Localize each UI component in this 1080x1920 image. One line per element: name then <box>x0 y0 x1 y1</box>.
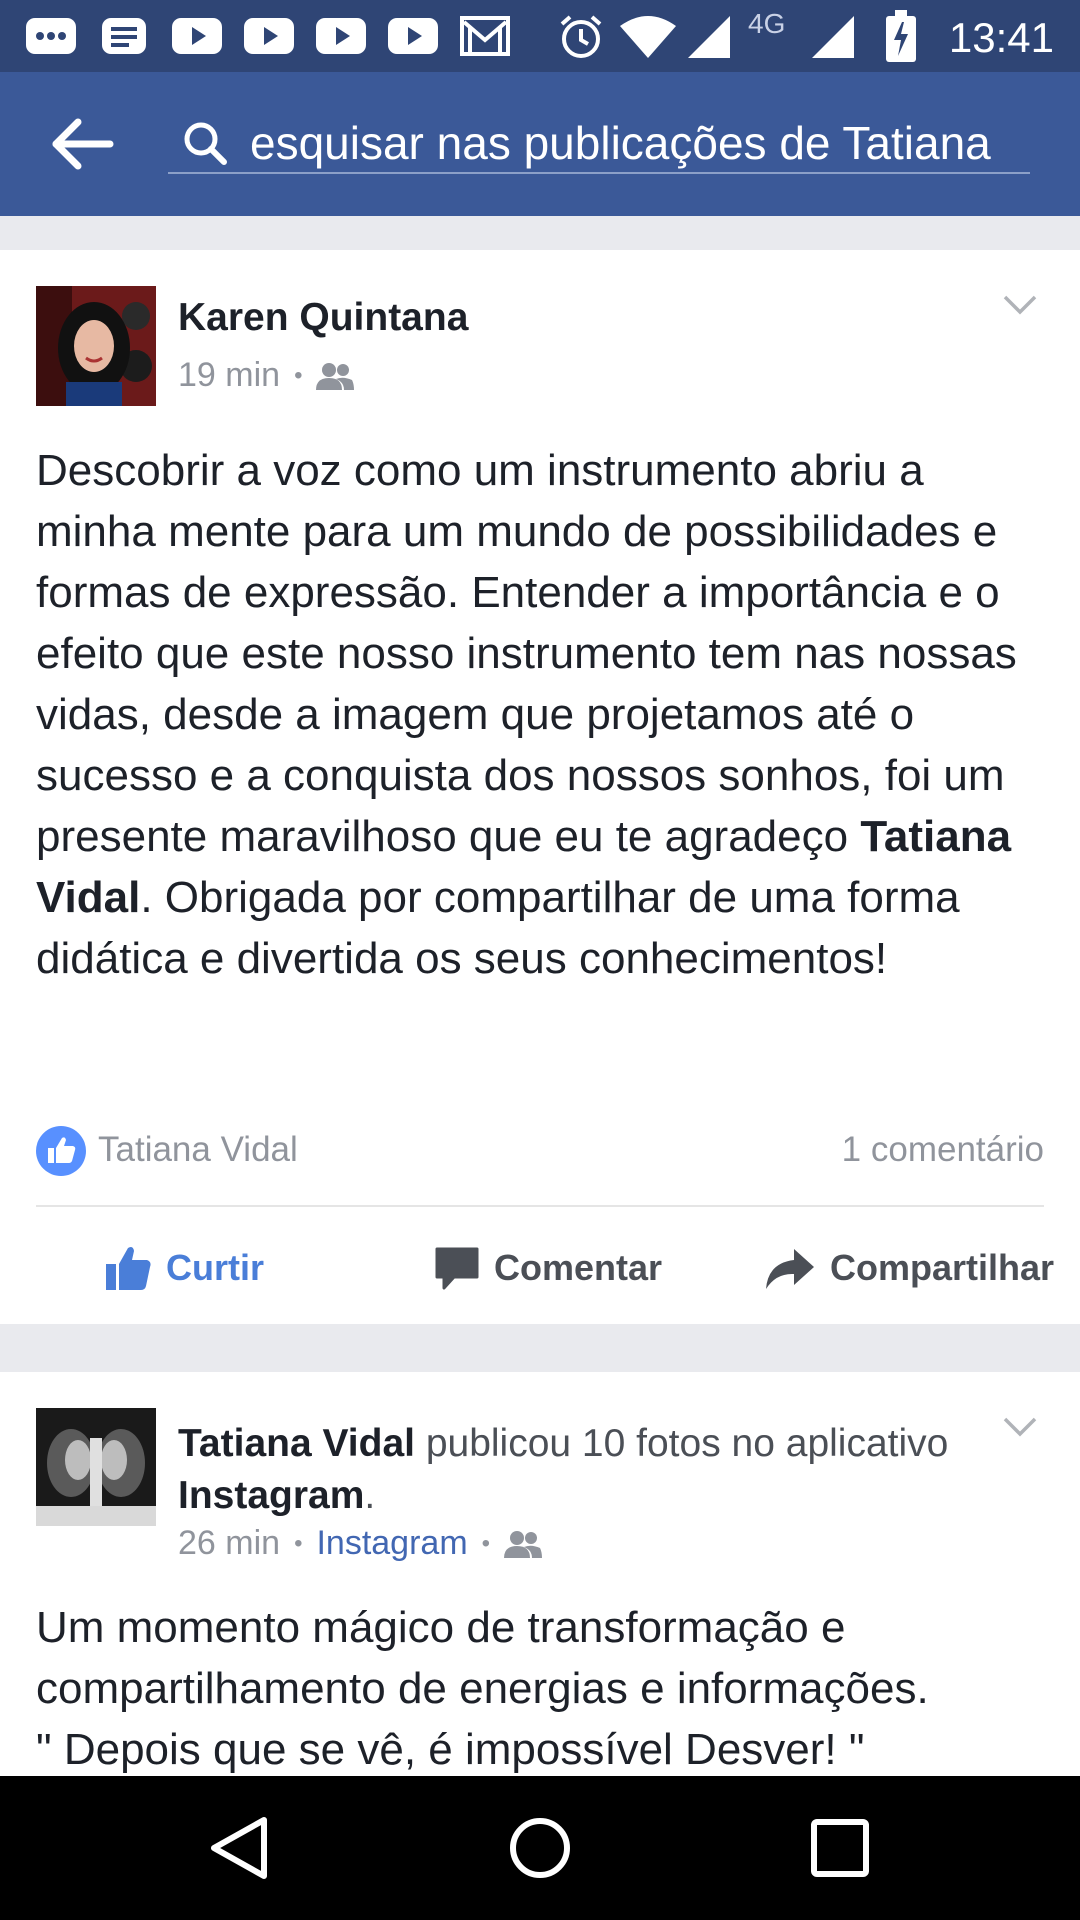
post-body: Um momento mágico de transformação e com… <box>36 1603 929 1774</box>
post-author[interactable]: Karen Quintana <box>178 296 468 340</box>
friends-audience-icon <box>504 1530 543 1558</box>
search-input[interactable]: esquisar nas publicações de Tatiana <box>168 112 1030 174</box>
post-card: Karen Quintana 19 min • Descobrir a voz … <box>0 250 1080 1324</box>
share-arrow-icon <box>766 1249 814 1289</box>
reactors-label[interactable]: Tatiana Vidal <box>98 1130 298 1170</box>
share-button[interactable]: Compartilhar <box>764 1238 1054 1298</box>
meta-separator: • <box>294 361 303 389</box>
post-card: Tatiana Vidal publicou 10 fotos no aplic… <box>0 1372 1080 1776</box>
navigation-bar <box>0 1776 1080 1920</box>
post-time[interactable]: 26 min <box>178 1524 280 1563</box>
network-type-label: 4G <box>748 8 786 39</box>
recents-nav-icon[interactable] <box>804 1812 876 1884</box>
messenger-notification-icon <box>26 18 76 54</box>
like-button[interactable]: Curtir <box>104 1238 264 1298</box>
back-nav-icon[interactable] <box>204 1812 276 1884</box>
signal-icon <box>810 14 854 63</box>
like-label: Curtir <box>166 1247 264 1288</box>
youtube-notification-icon <box>388 18 438 54</box>
signal-icon <box>686 14 730 63</box>
document-notification-icon <box>102 18 146 54</box>
post-meta: 19 min • <box>178 356 355 395</box>
thumbs-up-icon <box>106 1247 151 1290</box>
app-link[interactable]: Instagram <box>178 1474 364 1517</box>
home-nav-icon[interactable] <box>504 1812 576 1884</box>
clock: 13:41 <box>948 14 1054 61</box>
friends-audience-icon <box>316 362 355 390</box>
comment-label: Comentar <box>494 1247 663 1288</box>
comment-count[interactable]: 1 comentário <box>842 1130 1044 1170</box>
chevron-down-icon[interactable] <box>1002 1416 1038 1438</box>
post-header-text: Tatiana Vidal publicou 10 fotos no aplic… <box>178 1422 949 1517</box>
post-author[interactable]: Tatiana Vidal <box>178 1422 415 1465</box>
meta-separator: • <box>481 1529 491 1557</box>
post-time[interactable]: 19 min <box>178 356 280 395</box>
reactions-row[interactable]: Tatiana Vidal 1 comentário <box>36 1124 1044 1176</box>
comment-icon <box>435 1247 479 1290</box>
search-icon <box>184 122 227 165</box>
divider <box>36 1205 1044 1207</box>
search-input-value: esquisar nas publicações de Tatiana <box>250 117 991 169</box>
avatar[interactable] <box>36 1408 156 1526</box>
chevron-down-icon[interactable] <box>1002 294 1038 316</box>
search-header: esquisar nas publicações de Tatiana <box>0 72 1080 216</box>
source-link[interactable]: Instagram <box>316 1524 467 1563</box>
avatar[interactable] <box>36 286 156 406</box>
meta-separator: • <box>294 1529 303 1557</box>
comment-button[interactable]: Comentar <box>434 1238 662 1298</box>
battery-icon <box>886 10 916 67</box>
alarm-icon <box>558 14 604 65</box>
wifi-icon <box>618 14 678 63</box>
status-bar: 4G 13:41 <box>0 0 1080 72</box>
back-arrow-icon[interactable] <box>48 116 118 172</box>
post-body: Descobrir a voz como um instrumento abri… <box>36 446 1017 983</box>
youtube-notification-icon <box>316 18 366 54</box>
share-label: Compartilhar <box>830 1247 1055 1288</box>
youtube-notification-icon <box>244 18 294 54</box>
post-meta: 26 min • Instagram • <box>178 1524 543 1563</box>
youtube-notification-icon <box>172 18 222 54</box>
like-reaction-icon <box>36 1126 86 1176</box>
gmail-notification-icon <box>460 14 512 63</box>
